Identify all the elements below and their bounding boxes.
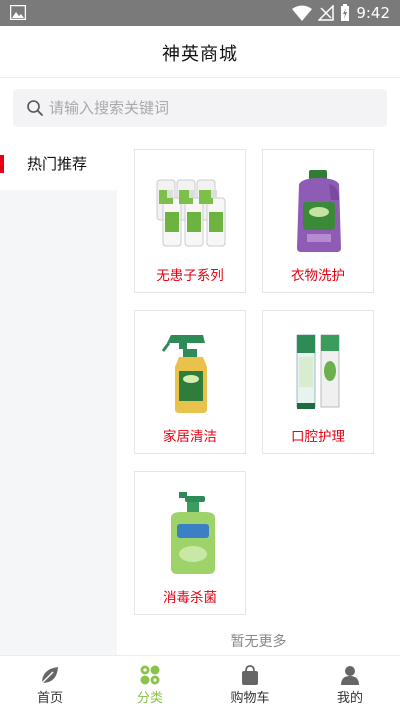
tab-category[interactable]: 分类 [100,656,200,711]
category-grid: 无患子系列 衣物洗护 家居清洁 口腔护理 消毒杀菌 [117,137,400,655]
toothpaste-image [296,334,340,409]
sidebar-item-hot[interactable]: 热门推荐 [0,137,117,190]
bag-icon [242,665,258,685]
category-label: 衣物洗护 [291,268,345,284]
tab-label: 首页 [36,691,63,706]
grid-icon [140,665,160,685]
category-card[interactable]: 家居清洁 [134,310,246,454]
picture-icon [10,5,26,20]
status-time: 9:42 [356,4,390,22]
status-bar: 9:42 [0,0,400,26]
category-card[interactable]: 衣物洗护 [262,149,374,293]
laundry-bottle-image [297,170,341,252]
category-sidebar: 热门推荐 [0,137,117,655]
tab-profile[interactable]: 我的 [300,656,400,711]
category-label: 消毒杀菌 [163,590,217,606]
leaf-icon [41,667,58,684]
wifi-icon [292,5,313,21]
tab-label: 购物车 [230,691,270,706]
category-card[interactable]: 口腔护理 [262,310,374,454]
search-bar[interactable] [13,89,387,127]
no-more-text: 暂无更多 [230,634,287,650]
category-card[interactable]: 消毒杀菌 [134,471,246,615]
hand-wash-bottle-image [171,492,215,574]
header: 神英商城 [0,26,400,78]
category-label: 无患子系列 [156,268,224,284]
tab-label: 我的 [336,691,363,706]
tab-cart[interactable]: 购物车 [200,656,300,711]
bottom-tab-bar: 首页 分类 购物车 我的 [0,655,400,711]
search-input[interactable] [49,89,369,127]
tab-label: 分类 [136,691,163,706]
category-card[interactable]: 无患子系列 [134,149,246,293]
tab-home[interactable]: 首页 [0,656,100,711]
sidebar-item-label: 热门推荐 [27,155,88,173]
person-icon [341,666,359,685]
page-title: 神英商城 [162,44,238,65]
category-label: 家居清洁 [163,429,217,445]
category-label: 口腔护理 [291,429,345,445]
spray-bottle-image [161,335,207,413]
bottles-set-image [156,179,226,247]
no-signal-icon [318,5,335,21]
search-icon [27,100,43,116]
active-marker [0,155,4,173]
battery-charging-icon [341,4,350,21]
